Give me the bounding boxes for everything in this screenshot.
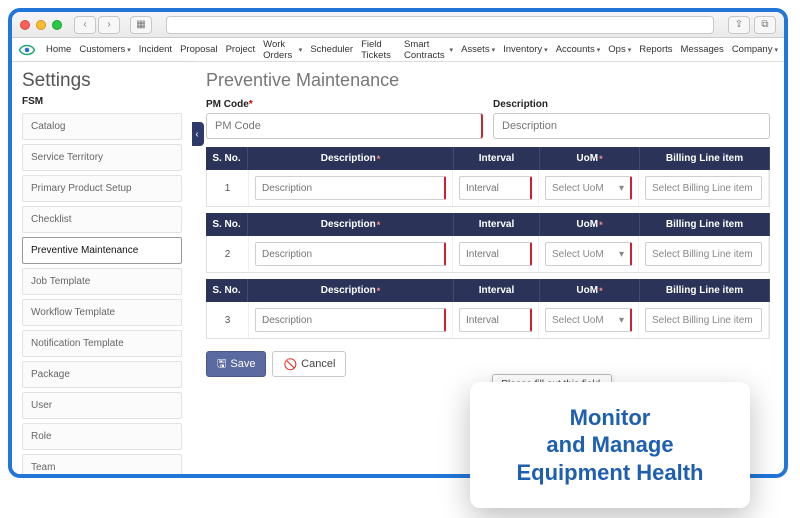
close-window-icon[interactable] bbox=[20, 20, 30, 30]
table-header: S. No.Description*IntervalUoM*Billing Li… bbox=[206, 213, 770, 236]
row-billing-select[interactable]: Select Billing Line item bbox=[645, 242, 762, 266]
nav-item-proposal[interactable]: Proposal bbox=[180, 44, 218, 55]
nav-item-incident[interactable]: Incident bbox=[139, 44, 172, 55]
tabs-icon[interactable]: ⧉ bbox=[754, 16, 776, 34]
save-button[interactable]: 🖫 Save bbox=[206, 351, 266, 377]
app-logo-icon[interactable] bbox=[18, 43, 36, 57]
sidebar-item-primary-product-setup[interactable]: Primary Product Setup bbox=[22, 175, 182, 202]
chevron-down-icon: ▾ bbox=[597, 46, 601, 54]
table-header: S. No.Description*IntervalUoM*Billing Li… bbox=[206, 147, 770, 170]
callout-line: Monitor bbox=[570, 405, 651, 430]
nav-arrows: ‹ › bbox=[74, 16, 120, 34]
toolbar-icons: ⇪ ⧉ bbox=[728, 16, 776, 34]
sidebar-item-workflow-template[interactable]: Workflow Template bbox=[22, 299, 182, 326]
row-number: 3 bbox=[207, 302, 249, 338]
chevron-down-icon: ▾ bbox=[299, 46, 303, 54]
back-button[interactable]: ‹ bbox=[74, 16, 96, 34]
nav-item-field-tickets[interactable]: Field Tickets bbox=[361, 39, 396, 61]
pm-code-input[interactable] bbox=[206, 113, 483, 139]
sidebar-toggle-button[interactable]: ▦ bbox=[130, 16, 152, 34]
share-icon[interactable]: ⇪ bbox=[728, 16, 750, 34]
chevron-down-icon: ▾ bbox=[774, 46, 778, 54]
save-icon: 🖫 bbox=[217, 355, 226, 374]
row-billing-select[interactable]: Select Billing Line item bbox=[645, 176, 762, 200]
table-header: S. No.Description*IntervalUoM*Billing Li… bbox=[206, 279, 770, 302]
row-interval-input[interactable] bbox=[459, 308, 532, 332]
forward-button[interactable]: › bbox=[98, 16, 120, 34]
nav-item-work-orders[interactable]: Work Orders▾ bbox=[263, 39, 302, 61]
sidebar-item-team[interactable]: Team bbox=[22, 454, 182, 478]
sidebar-item-package[interactable]: Package bbox=[22, 361, 182, 388]
maximize-window-icon[interactable] bbox=[52, 20, 62, 30]
nav-item-smart-contracts[interactable]: Smart Contracts▾ bbox=[404, 39, 453, 61]
pm-code-label: PM Code* bbox=[206, 99, 483, 110]
nav-item-home[interactable]: Home bbox=[46, 44, 71, 55]
sidebar-item-service-territory[interactable]: Service Territory bbox=[22, 144, 182, 171]
callout-line: Equipment Health bbox=[516, 460, 703, 485]
row-number: 2 bbox=[207, 236, 249, 272]
sidebar-item-checklist[interactable]: Checklist bbox=[22, 206, 182, 233]
address-bar[interactable] bbox=[166, 16, 714, 34]
sidebar-item-job-template[interactable]: Job Template bbox=[22, 268, 182, 295]
sidebar-item-preventive-maintenance[interactable]: Preventive Maintenance bbox=[22, 237, 182, 264]
table-row: 3 Select UoM▾ Select Billing Line item bbox=[206, 302, 770, 339]
cancel-icon: 🚫 bbox=[283, 358, 297, 371]
chevron-down-icon: ▾ bbox=[619, 183, 624, 194]
window-titlebar: ‹ › ▦ ⇪ ⧉ bbox=[12, 12, 784, 38]
settings-sidebar: Settings FSM Catalog Service Territory Pri… bbox=[12, 62, 192, 474]
minimize-window-icon[interactable] bbox=[36, 20, 46, 30]
sidebar-item-user[interactable]: User bbox=[22, 392, 182, 419]
sidebar-section-label: FSM bbox=[22, 96, 182, 107]
callout-line: and Manage bbox=[546, 432, 673, 457]
nav-item-scheduler[interactable]: Scheduler bbox=[310, 44, 353, 55]
nav-item-inventory[interactable]: Inventory▾ bbox=[503, 44, 548, 55]
table-row: 2 Select UoM▾ Select Billing Line item bbox=[206, 236, 770, 273]
cancel-button[interactable]: 🚫 Cancel bbox=[272, 351, 346, 377]
nav-item-company[interactable]: Company▾ bbox=[732, 44, 778, 55]
chevron-down-icon: ▾ bbox=[619, 315, 624, 326]
nav-item-customers[interactable]: Customers▾ bbox=[79, 44, 130, 55]
row-description-input[interactable] bbox=[255, 242, 446, 266]
nav-item-project[interactable]: Project bbox=[226, 44, 256, 55]
chevron-down-icon: ▾ bbox=[492, 46, 496, 54]
row-number: 1 bbox=[207, 170, 249, 206]
nav-item-accounts[interactable]: Accounts▾ bbox=[556, 44, 601, 55]
sidebar-item-catalog[interactable]: Catalog bbox=[22, 113, 182, 140]
sidebar-title: Settings bbox=[22, 70, 182, 92]
chevron-down-icon: ▾ bbox=[544, 46, 548, 54]
nav-item-reports[interactable]: Reports bbox=[639, 44, 672, 55]
chevron-down-icon: ▾ bbox=[619, 249, 624, 260]
row-uom-select[interactable]: Select UoM▾ bbox=[545, 242, 632, 266]
row-uom-select[interactable]: Select UoM▾ bbox=[545, 176, 632, 200]
description-label: Description bbox=[493, 99, 770, 110]
row-description-input[interactable] bbox=[255, 308, 446, 332]
row-billing-select[interactable]: Select Billing Line item bbox=[645, 308, 762, 332]
description-input[interactable] bbox=[493, 113, 770, 139]
row-uom-select[interactable]: Select UoM▾ bbox=[545, 308, 632, 332]
sidebar-item-role[interactable]: Role bbox=[22, 423, 182, 450]
table-row: 1 Select UoM▾ Select Billing Line item bbox=[206, 170, 770, 207]
nav-item-assets[interactable]: Assets▾ bbox=[461, 44, 495, 55]
collapse-sidebar-button[interactable]: ‹ bbox=[192, 122, 204, 146]
main-nav: Home Customers▾ Incident Proposal Project Wor… bbox=[12, 38, 784, 62]
sidebar-item-notification-template[interactable]: Notification Template bbox=[22, 330, 182, 357]
row-interval-input[interactable] bbox=[459, 176, 532, 200]
chevron-down-icon: ▾ bbox=[450, 46, 454, 54]
nav-item-ops[interactable]: Ops▾ bbox=[608, 44, 631, 55]
nav-item-messages[interactable]: Messages bbox=[681, 44, 724, 55]
promo-callout: Monitor and Manage Equipment Health bbox=[470, 382, 750, 509]
page-title: Preventive Maintenance bbox=[206, 70, 784, 91]
row-description-input[interactable] bbox=[255, 176, 446, 200]
chevron-down-icon: ▾ bbox=[127, 46, 131, 54]
row-interval-input[interactable] bbox=[459, 242, 532, 266]
chevron-down-icon: ▾ bbox=[628, 46, 632, 54]
